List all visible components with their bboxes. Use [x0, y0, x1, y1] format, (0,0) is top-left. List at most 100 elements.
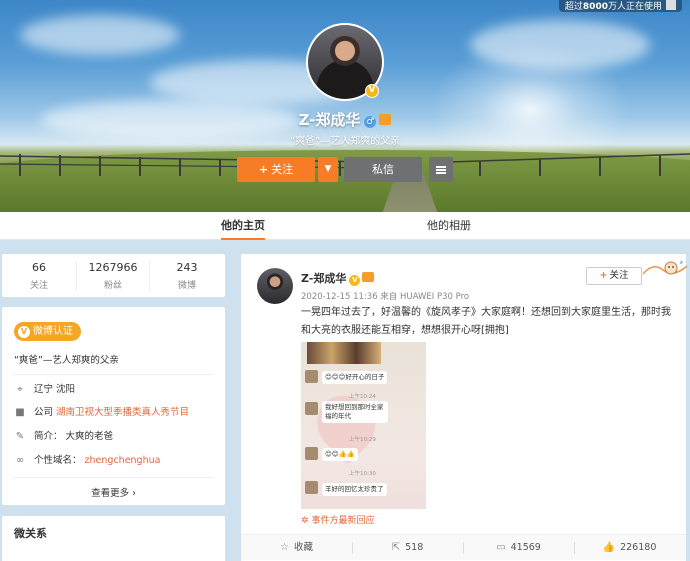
tab-album[interactable]: 他的相册	[427, 212, 471, 240]
link-icon: ∞	[15, 455, 25, 466]
post-text: 一晃四年过去了，好温馨的《旋风孝子》大家庭啊！还想回到大家庭里生活，那时我和大亮…	[301, 307, 671, 336]
post-image[interactable]: 😊😊😊好开心的日子 上午10:24 我好想回到那时全家福的年代 上午10:29 …	[301, 342, 426, 509]
event-response-link[interactable]: ✲ 事件方最新回应	[301, 513, 375, 526]
share-button[interactable]: ⇱ 518	[352, 535, 463, 561]
verified-icon: V	[349, 275, 361, 286]
emoji-icon: 😊😊👍👍	[325, 450, 355, 458]
like-count: 226180	[620, 542, 657, 553]
stat-following[interactable]: 66 关注	[2, 261, 76, 291]
verify-badge[interactable]: V 微博认证	[14, 322, 81, 341]
message-button[interactable]: 私信	[344, 157, 422, 182]
event-response-label: 事件方最新回应	[311, 516, 375, 526]
favorite-button[interactable]: ☆ 收藏	[241, 535, 352, 561]
post-actions: ☆ 收藏 ⇱ 518 ▭ 41569 👍 226180	[241, 534, 686, 560]
divider	[14, 477, 213, 478]
banner-prefix: 超过	[564, 2, 583, 12]
cartoon-decoration-icon	[642, 260, 688, 275]
stat-posts-label: 微博	[177, 281, 196, 291]
relations-title: 微关系	[14, 527, 47, 540]
follow-button-label: 关注	[271, 163, 294, 176]
chat-message-2: 我好想回到那时全家福的年代	[325, 403, 384, 420]
stat-followers-value: 1267966	[88, 261, 138, 274]
favorite-label: 收藏	[293, 542, 313, 553]
share-count: 518	[405, 542, 424, 553]
caret-down-icon: ▼	[324, 164, 332, 174]
plus-icon: +	[599, 270, 608, 281]
post-image-photo	[307, 342, 381, 364]
profile-name-row: Z-郑成华 ♂	[0, 109, 690, 130]
see-more-label: 查看更多	[91, 488, 130, 499]
post-author-avatar[interactable]	[257, 268, 293, 304]
banner-suffix: 万人正在使用	[607, 2, 662, 12]
edit-icon: ✎	[15, 431, 25, 442]
more-menu-button[interactable]	[429, 157, 453, 182]
chat-avatar	[305, 402, 318, 415]
post-card: Z-郑成华 V 2020-12-15 11:36 来自 HUAWEI P30 Pr…	[241, 254, 688, 561]
profile-intro: “爽爸”—艺人郑爽的父亲	[14, 355, 119, 366]
chat-bubble: 我好想回到那时全家福的年代	[322, 401, 388, 423]
divider	[14, 374, 213, 375]
comment-count: 41569	[510, 542, 541, 553]
chat-time-1: 上午10:24	[349, 394, 376, 400]
star-icon: ☆	[280, 542, 289, 553]
share-icon: ⇱	[391, 542, 401, 553]
menu-icon	[436, 166, 446, 174]
like-icon: 👍	[602, 542, 616, 553]
domain-prefix: 个性域名：	[34, 455, 82, 466]
comment-icon: ▭	[496, 542, 506, 553]
bio-row: ✎ 简介： 大爽的老爸	[14, 430, 113, 444]
verify-label: 微博认证	[33, 326, 73, 337]
chat-time-3: 上午10:30	[349, 471, 376, 477]
post-follow-button[interactable]: + 关注	[586, 267, 642, 285]
chat-bubble: 羊好的回忆太珍贵了	[322, 483, 387, 496]
member-level-icon	[362, 272, 375, 282]
company-link[interactable]: 湖南卫视大型季播类真人秀节目	[56, 407, 189, 418]
plus-icon: +	[258, 163, 269, 176]
domain-link[interactable]: zhengchenghua	[85, 455, 161, 466]
chat-message-3: 羊好的回忆太珍贵了	[325, 485, 384, 493]
chevron-right-icon: ›	[132, 488, 136, 499]
location-row: ⌖ 辽宁 沈阳	[14, 383, 75, 397]
profile-name: Z-郑成华	[298, 111, 361, 129]
member-level-icon	[379, 114, 392, 125]
comment-button[interactable]: ▭ 41569	[463, 535, 574, 561]
like-button[interactable]: 👍 226180	[574, 535, 685, 561]
profile-info-card: V 微博认证 “爽爸”—艺人郑爽的父亲 ⌖ 辽宁 沈阳 ■ 公司 湖南卫视大型季播类真…	[2, 307, 225, 505]
stat-followers-label: 粉丝	[103, 281, 122, 291]
post-meta: 2020-12-15 11:36 来自 HUAWEI P30 Pro	[301, 292, 470, 302]
see-more-link[interactable]: 查看更多 ›	[2, 485, 225, 499]
location-text: 辽宁 沈阳	[34, 384, 76, 395]
verified-icon: V	[18, 326, 30, 338]
post-author-name[interactable]: Z-郑成华	[301, 272, 346, 285]
profile-tabs: 他的主页 他的相册	[0, 212, 690, 240]
chat-bubble: 😊😊😊好开心的日子	[322, 371, 388, 384]
burst-icon: ✲	[301, 516, 309, 526]
tab-home[interactable]: 他的主页	[221, 212, 265, 240]
profile-subtitle: “爽爸”—艺人郑爽的父亲	[289, 136, 401, 147]
chat-avatar	[305, 481, 318, 494]
post-follow-label: 关注	[609, 270, 629, 281]
stat-following-value: 66	[32, 261, 46, 274]
users-online-banner: 超过8000万人正在使用	[558, 0, 682, 12]
app-icon	[666, 0, 676, 10]
verified-icon: V	[365, 84, 379, 98]
bio-prefix: 简介：	[34, 431, 63, 442]
bio-text: 大爽的老爸	[65, 431, 114, 442]
stat-posts[interactable]: 243 微博	[150, 261, 224, 291]
banner-count: 8000	[582, 2, 608, 12]
company-row: ■ 公司 湖南卫视大型季播类真人秀节目	[14, 406, 189, 420]
male-gender-icon: ♂	[364, 116, 377, 128]
post-author-row: Z-郑成华 V	[301, 270, 375, 286]
chat-time-2: 上午10:29	[349, 437, 376, 443]
chat-message-1: 好开心的日子	[345, 373, 385, 381]
relations-card: 微关系	[2, 516, 225, 561]
chat-bubble: 😊😊👍👍	[322, 448, 358, 461]
stat-following-label: 关注	[29, 281, 48, 291]
location-pin-icon: ⌖	[17, 384, 23, 395]
chat-avatar	[305, 370, 318, 383]
stats-card: 66 关注 1267966 粉丝 243 微博	[2, 254, 225, 297]
follow-dropdown-button[interactable]: ▼	[318, 157, 338, 182]
stat-followers[interactable]: 1267966 粉丝	[76, 261, 150, 291]
follow-button[interactable]: + 关注	[237, 157, 315, 182]
briefcase-icon: ■	[15, 407, 25, 418]
